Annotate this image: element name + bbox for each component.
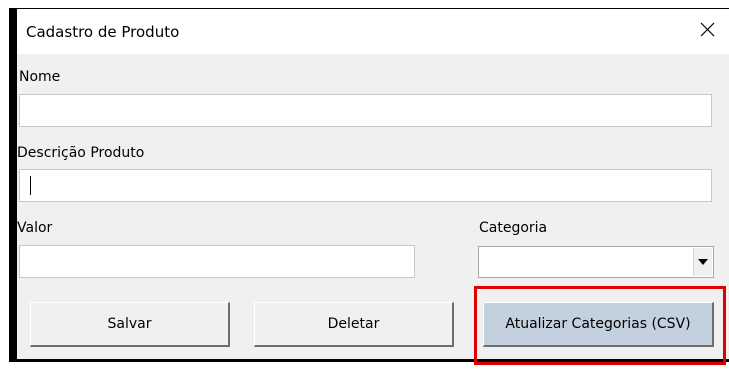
nome-input[interactable] — [19, 94, 712, 127]
categoria-dropdown-button[interactable] — [693, 248, 712, 276]
close-button[interactable] — [690, 13, 724, 47]
atualizar-categorias-button[interactable]: Atualizar Categorias (CSV) — [483, 302, 714, 347]
salvar-button[interactable]: Salvar — [30, 302, 230, 347]
chevron-down-icon — [698, 259, 708, 265]
nome-label: Nome — [19, 69, 61, 85]
product-form-dialog: Cadastro de Produto Nome Descrição Produ… — [17, 9, 729, 365]
categoria-select[interactable] — [478, 246, 714, 278]
text-caret — [30, 176, 31, 195]
close-icon — [700, 22, 715, 37]
valor-label: Valor — [17, 220, 53, 236]
title-bar: Cadastro de Produto — [17, 9, 729, 54]
valor-input[interactable] — [19, 245, 415, 278]
descricao-input[interactable] — [19, 169, 712, 202]
deletar-button[interactable]: Deletar — [254, 302, 454, 347]
window-title: Cadastro de Produto — [26, 23, 180, 41]
categoria-label: Categoria — [479, 220, 548, 236]
descricao-label: Descrição Produto — [17, 145, 145, 161]
